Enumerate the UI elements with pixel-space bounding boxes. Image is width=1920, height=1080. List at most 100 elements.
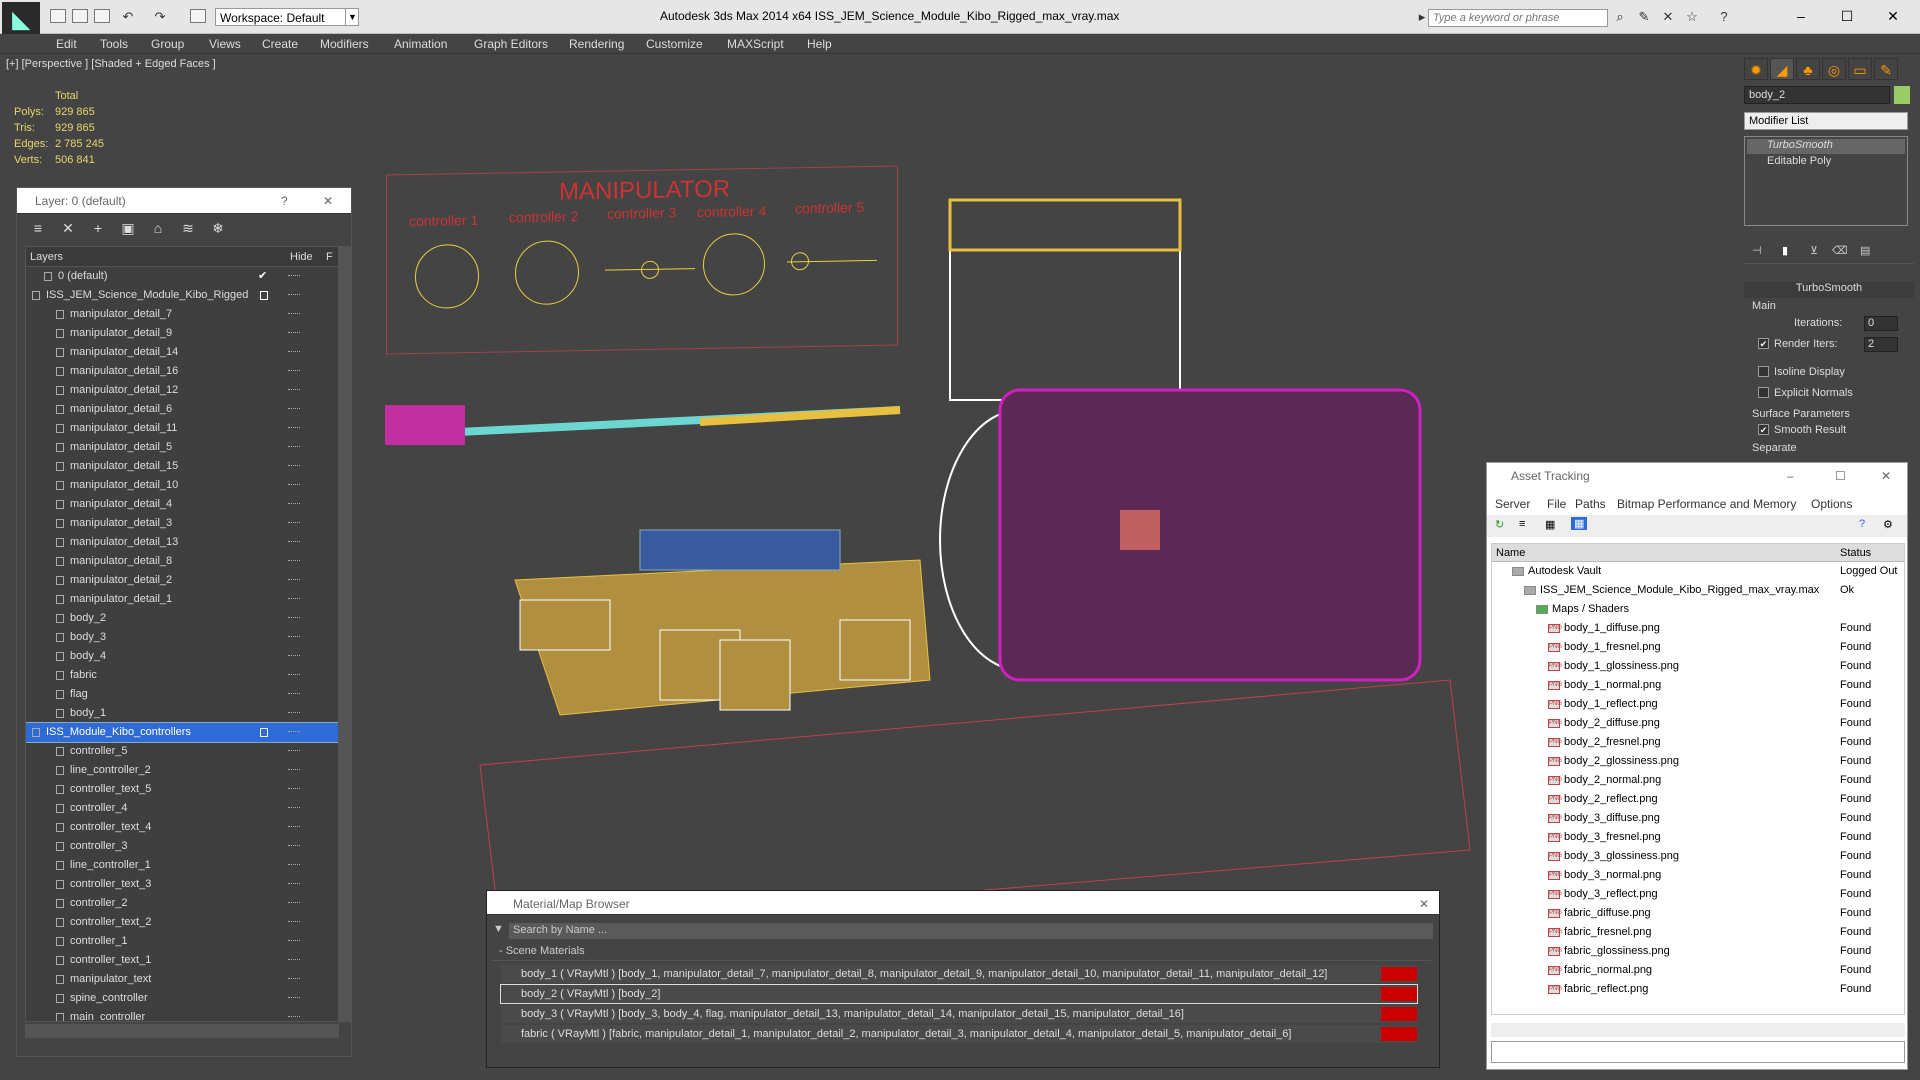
controller-1-ring[interactable] xyxy=(415,243,479,309)
hide-toggle[interactable] xyxy=(288,864,300,866)
menu-edit[interactable]: Edit xyxy=(56,37,77,51)
layer-row[interactable]: controller_text_2 xyxy=(26,913,338,932)
save-file-icon[interactable] xyxy=(94,9,110,23)
menu-help[interactable]: Help xyxy=(807,37,832,51)
layer-row[interactable]: manipulator_detail_16 xyxy=(26,362,338,381)
col-freeze[interactable]: F xyxy=(326,251,333,263)
asset-row[interactable]: PNG body_3_glossiness.png Found xyxy=(1492,847,1904,866)
layer-row[interactable]: spine_controller xyxy=(26,989,338,1008)
hide-toggle[interactable] xyxy=(288,579,300,581)
asset-row[interactable]: PNG body_1_fresnel.png Found xyxy=(1492,638,1904,657)
hide-toggle[interactable] xyxy=(288,978,300,980)
layer-row[interactable]: manipulator_detail_10 xyxy=(26,476,338,495)
menu-customize[interactable]: Customize xyxy=(646,37,703,51)
help-icon[interactable]: ? xyxy=(1716,9,1732,25)
render-iters-checkbox[interactable]: ✔ xyxy=(1758,338,1769,349)
hide-toggle[interactable] xyxy=(288,845,300,847)
favorites-star-icon[interactable]: ☆ xyxy=(1684,9,1700,25)
layer-row[interactable]: manipulator_detail_1 xyxy=(26,590,338,609)
help-icon[interactable]: ? xyxy=(1859,518,1865,530)
asset-row[interactable]: PNG body_3_fresnel.png Found xyxy=(1492,828,1904,847)
current-layer-box-icon[interactable] xyxy=(260,728,268,737)
hide-toggle[interactable] xyxy=(288,332,300,334)
col-layers[interactable]: Layers xyxy=(30,251,63,263)
asset-row[interactable]: PNG body_2_reflect.png Found xyxy=(1492,790,1904,809)
layer-row[interactable]: manipulator_detail_3 xyxy=(26,514,338,533)
asset-row[interactable]: Maps / Shaders xyxy=(1492,600,1904,619)
hide-toggle[interactable] xyxy=(288,503,300,505)
hide-toggle[interactable] xyxy=(288,617,300,619)
hide-toggle[interactable] xyxy=(288,693,300,695)
material-row[interactable]: body_3 ( VRayMtl ) [body_3, body_4, flag… xyxy=(501,1005,1417,1023)
hide-toggle[interactable] xyxy=(288,465,300,467)
chevron-down-icon[interactable]: ▼ xyxy=(345,8,359,26)
hide-toggle[interactable] xyxy=(288,541,300,543)
vertical-scrollbar[interactable] xyxy=(339,246,351,1022)
settings-icon[interactable]: ⚙ xyxy=(1883,518,1893,531)
explicit-normals-checkbox[interactable] xyxy=(1758,387,1769,398)
layer-row[interactable]: flag xyxy=(26,685,338,704)
hide-toggle[interactable] xyxy=(288,826,300,828)
material-row[interactable]: fabric ( VRayMtl ) [fabric, manipulator_… xyxy=(501,1025,1417,1043)
hide-toggle[interactable] xyxy=(288,446,300,448)
hide-toggle[interactable] xyxy=(288,313,300,315)
hide-toggle[interactable] xyxy=(288,522,300,524)
delete-layer-icon[interactable]: ✕ xyxy=(57,220,79,237)
layer-panel-titlebar[interactable]: Layer: 0 (default) ? ✕ xyxy=(17,188,351,214)
list-view-icon[interactable]: ≡ xyxy=(1519,518,1525,530)
render-iters-spinner[interactable]: 2 xyxy=(1864,337,1898,352)
close-icon[interactable]: ✕ xyxy=(1881,469,1891,483)
layer-row[interactable]: controller_text_4 xyxy=(26,818,338,837)
horizontal-scrollbar[interactable] xyxy=(25,1024,339,1038)
communication-icon[interactable]: ✕ xyxy=(1660,9,1676,25)
menu-animation[interactable]: Animation xyxy=(394,37,447,51)
add-selection-icon[interactable]: + xyxy=(87,220,109,236)
layer-row[interactable]: controller_4 xyxy=(26,799,338,818)
modify-tab-icon[interactable]: ◢ xyxy=(1770,58,1794,80)
hide-toggle[interactable] xyxy=(288,807,300,809)
layer-row[interactable]: 0 (default) ✔ xyxy=(26,267,338,286)
asset-row[interactable]: ISS_JEM_Science_Module_Kibo_Rigged_max_v… xyxy=(1492,581,1904,600)
table-view-icon[interactable]: ▦ xyxy=(1571,517,1588,530)
make-unique-icon[interactable]: ⊻ xyxy=(1810,244,1818,257)
project-folder-icon[interactable] xyxy=(190,9,206,23)
layer-row[interactable]: controller_text_5 xyxy=(26,780,338,799)
asset-row[interactable]: PNG body_3_diffuse.png Found xyxy=(1492,809,1904,828)
undo-icon[interactable]: ↶ xyxy=(120,9,136,25)
hide-toggle[interactable] xyxy=(288,370,300,372)
col-hide[interactable]: Hide xyxy=(290,251,313,263)
layer-row[interactable]: main_controller xyxy=(26,1008,338,1021)
create-layer-icon[interactable]: ≡ xyxy=(27,220,49,236)
hierarchy-tab-icon[interactable]: ♣ xyxy=(1796,58,1820,80)
create-tab-icon[interactable]: ✹ xyxy=(1744,58,1768,80)
hide-all-icon[interactable]: ≋ xyxy=(177,220,199,237)
close-icon[interactable]: ✕ xyxy=(323,194,333,208)
hide-toggle[interactable] xyxy=(288,1016,300,1018)
subscription-icon[interactable]: ✎ xyxy=(1636,9,1652,25)
hide-toggle[interactable] xyxy=(288,902,300,904)
asset-row[interactable]: PNG fabric_fresnel.png Found xyxy=(1492,923,1904,942)
hide-toggle[interactable] xyxy=(288,275,300,277)
help-icon[interactable]: ? xyxy=(281,194,288,208)
minimize-button[interactable]: – xyxy=(1787,469,1794,483)
hide-toggle[interactable] xyxy=(288,921,300,923)
hide-toggle[interactable] xyxy=(288,408,300,410)
manipulator-board[interactable]: MANIPULATOR controller 1 controller 2 co… xyxy=(386,165,898,355)
menu-graph-editors[interactable]: Graph Editors xyxy=(474,37,548,51)
layer-row[interactable]: controller_1 xyxy=(26,932,338,951)
minimize-button[interactable]: – xyxy=(1786,4,1816,28)
layer-row[interactable]: manipulator_detail_7 xyxy=(26,305,338,324)
layer-row[interactable]: line_controller_2 xyxy=(26,761,338,780)
menu-tools[interactable]: Tools xyxy=(100,37,128,51)
smooth-result-checkbox[interactable]: ✔ xyxy=(1758,424,1769,435)
controller-2-ring[interactable] xyxy=(515,240,579,306)
asset-row[interactable]: PNG body_2_fresnel.png Found xyxy=(1492,733,1904,752)
iterations-spinner[interactable]: 0 xyxy=(1864,316,1898,331)
asset-row[interactable]: PNG fabric_reflect.png Found xyxy=(1492,980,1904,999)
isoline-display-checkbox[interactable] xyxy=(1758,366,1769,377)
hide-toggle[interactable] xyxy=(288,389,300,391)
utilities-tab-icon[interactable]: ✎ xyxy=(1874,58,1898,80)
stack-item-editable-poly[interactable]: Editable Poly xyxy=(1747,155,1905,170)
hide-toggle[interactable] xyxy=(288,598,300,600)
hide-toggle[interactable] xyxy=(288,788,300,790)
